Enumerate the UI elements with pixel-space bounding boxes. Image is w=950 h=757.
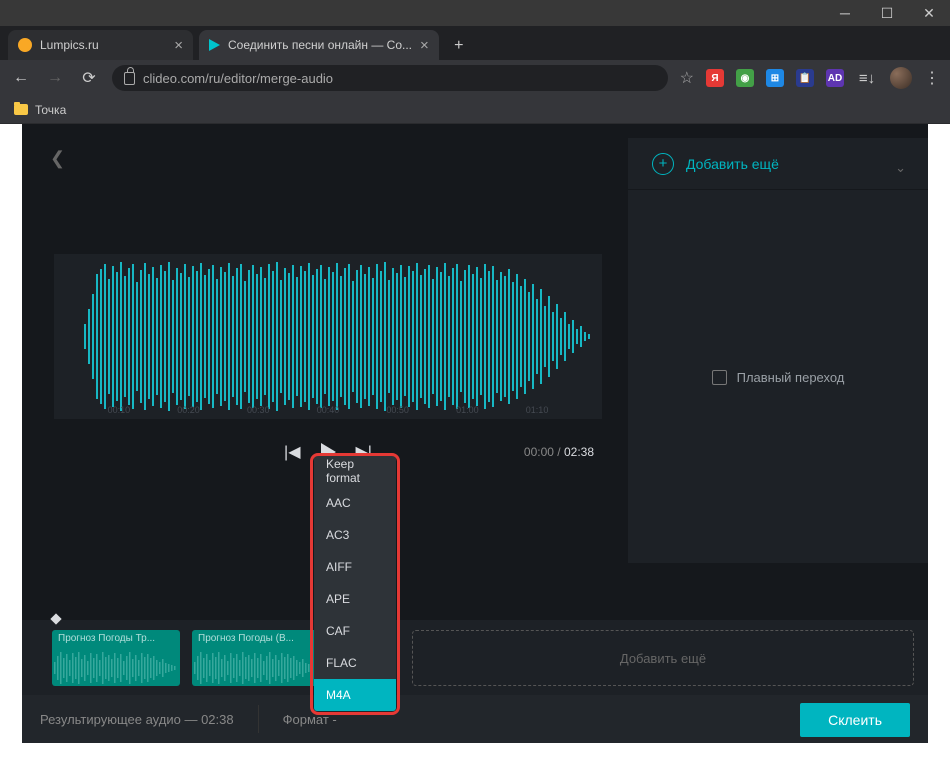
merge-button[interactable]: Склеить — [800, 703, 910, 737]
extension-icon[interactable]: 📋 — [796, 69, 814, 87]
audio-clip[interactable]: Прогноз Погоды (В... — [192, 630, 320, 686]
forward-button[interactable]: → — [44, 67, 66, 89]
chevron-down-icon[interactable]: ⌄ — [895, 160, 906, 176]
right-sidebar: + Добавить ещё ⌄ Плавный переход — [628, 138, 928, 563]
add-more-dropzone[interactable]: Добавить ещё — [412, 630, 914, 686]
tab-active[interactable]: Соединить песни онлайн — Со... × — [199, 30, 439, 60]
result-audio-label: Результирующее аудио — 02:38 — [40, 712, 234, 727]
tab-title: Lumpics.ru — [40, 38, 166, 52]
timeline[interactable]: Прогноз Погоды Тр... Прогноз Погоды (В..… — [22, 620, 928, 695]
tab-title: Соединить песни онлайн — Со... — [228, 38, 412, 52]
folder-icon — [14, 104, 28, 115]
extension-icon[interactable]: Я — [706, 69, 724, 87]
format-option-m4a[interactable]: M4A — [314, 679, 396, 711]
current-time: 00:00 — [524, 445, 554, 459]
add-more-button[interactable]: + Добавить ещё — [628, 138, 928, 190]
tab-close-icon[interactable]: × — [420, 37, 429, 54]
app-content: ❮ + Добавить ещё ⌄ Плавный переход 00:10… — [22, 124, 928, 743]
url-text: clideo.com/ru/editor/merge-audio — [143, 71, 333, 86]
format-option-flac[interactable]: FLAC — [314, 647, 396, 679]
favicon-lumpics — [18, 38, 32, 52]
format-option-keep[interactable]: Keep format — [314, 455, 396, 487]
menu-button[interactable]: ⋮ — [924, 68, 940, 88]
format-option-caf[interactable]: CAF — [314, 615, 396, 647]
new-tab-button[interactable]: + — [445, 32, 473, 60]
format-option-ac3[interactable]: AC3 — [314, 519, 396, 551]
url-field[interactable]: clideo.com/ru/editor/merge-audio — [112, 65, 668, 91]
format-option-ape[interactable]: APE — [314, 583, 396, 615]
reading-list-icon[interactable]: ≡↓ — [856, 67, 878, 89]
favicon-clideo — [209, 39, 220, 51]
clip-title: Прогноз Погоды Тр... — [58, 633, 155, 644]
back-button[interactable]: ← — [10, 67, 32, 89]
waveform-display[interactable]: 00:10 00:20 00:30 00:40 00:50 01:00 01:1… — [54, 254, 602, 419]
format-option-aac[interactable]: AAC — [314, 487, 396, 519]
format-option-aiff[interactable]: AIFF — [314, 551, 396, 583]
playhead-icon[interactable] — [50, 613, 61, 624]
profile-avatar[interactable] — [890, 67, 912, 89]
waveform-svg — [54, 254, 602, 419]
bookmark-item[interactable]: Точка — [35, 103, 66, 117]
audio-clip[interactable]: Прогноз Погоды Тр... — [52, 630, 180, 686]
plus-circle-icon: + — [652, 153, 674, 175]
back-chevron-icon[interactable]: ❮ — [50, 148, 65, 169]
bookmark-star-icon[interactable]: ☆ — [680, 68, 694, 88]
tab-inactive[interactable]: Lumpics.ru × — [8, 30, 193, 60]
minimize-button[interactable]: ─ — [824, 0, 866, 26]
lock-icon — [124, 72, 135, 85]
reload-button[interactable]: ⟳ — [78, 67, 100, 89]
format-dropdown: Keep format AAC AC3 AIFF APE CAF FLAC M4… — [314, 455, 396, 711]
clip-title: Прогноз Погоды (В... — [198, 633, 294, 644]
time-display: 00:00 / 02:38 — [524, 445, 594, 459]
crossfade-label: Плавный переход — [737, 370, 845, 385]
maximize-button[interactable]: ☐ — [866, 0, 908, 26]
bottom-bar: Результирующее аудио — 02:38 Формат - Ск… — [22, 695, 928, 743]
add-more-label: Добавить ещё — [686, 156, 779, 172]
total-time: 02:38 — [564, 445, 594, 459]
address-bar: ← → ⟳ clideo.com/ru/editor/merge-audio ☆… — [0, 60, 950, 96]
skip-back-button[interactable]: |◀ — [284, 442, 300, 462]
crossfade-option[interactable]: Плавный переход — [628, 370, 928, 385]
separator — [258, 705, 259, 733]
tab-strip: Lumpics.ru × Соединить песни онлайн — Со… — [0, 26, 950, 60]
checkbox[interactable] — [712, 370, 727, 385]
add-more-label: Добавить ещё — [620, 651, 706, 666]
window-titlebar: ─ ☐ ✕ — [0, 0, 950, 26]
close-window-button[interactable]: ✕ — [908, 0, 950, 26]
extension-icon[interactable]: ◉ — [736, 69, 754, 87]
format-label[interactable]: Формат - — [283, 712, 337, 727]
time-ruler: 00:10 00:20 00:30 00:40 00:50 01:00 01:1… — [54, 405, 602, 415]
extension-icon[interactable]: ⊞ — [766, 69, 784, 87]
extension-icon[interactable]: AD — [826, 69, 844, 87]
bookmarks-bar: Точка — [0, 96, 950, 124]
tab-close-icon[interactable]: × — [174, 37, 183, 54]
